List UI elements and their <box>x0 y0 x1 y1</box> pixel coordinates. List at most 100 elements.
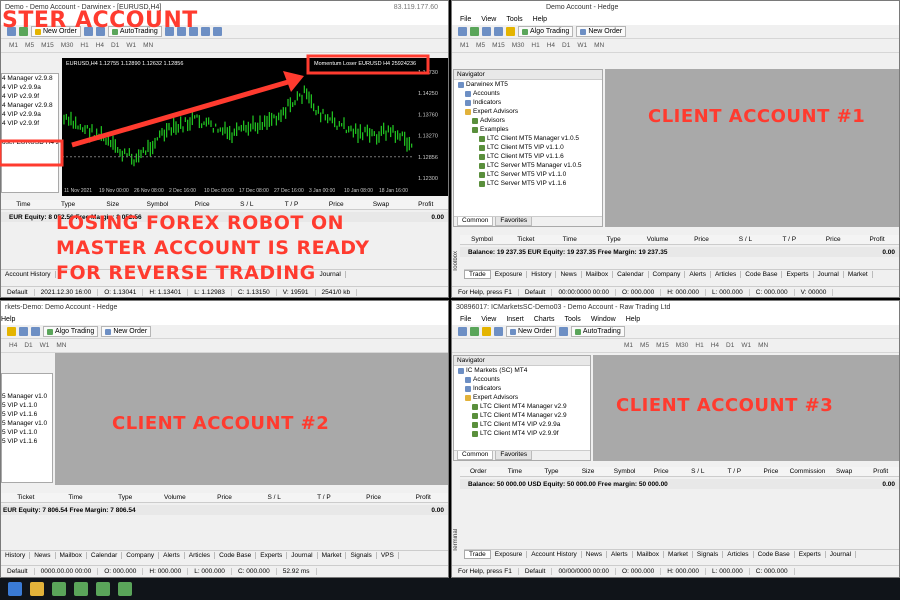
navigator-icon[interactable] <box>494 327 503 336</box>
navigator-item[interactable]: 5 VIP v1.1.0 <box>2 428 52 437</box>
menu-item[interactable]: Help <box>533 16 547 23</box>
navigator-tab[interactable]: Favorites <box>495 451 533 460</box>
market-watch-icon[interactable] <box>506 27 515 36</box>
navigator-item[interactable]: Expert Advisors <box>458 393 590 402</box>
metatrader-icon[interactable] <box>118 582 132 596</box>
client3-autotrading-button[interactable]: AutoTrading <box>570 326 625 337</box>
timeframe-button[interactable]: MN <box>54 342 68 349</box>
client3-new-order-button[interactable]: New Order <box>506 326 556 337</box>
terminal-tab[interactable]: Exposure <box>491 551 528 558</box>
navigator-icon[interactable] <box>494 27 503 36</box>
toolbox-icon[interactable] <box>31 327 40 336</box>
navigator-item[interactable]: Indicators <box>458 98 602 107</box>
trade-column-header[interactable]: Volume <box>150 494 200 501</box>
trade-column-header[interactable]: Price <box>811 236 855 243</box>
trade-column-header[interactable]: T / P <box>269 201 314 208</box>
terminal-tab[interactable]: News <box>582 551 608 558</box>
menu-item[interactable]: View <box>481 16 496 23</box>
terminal-tab[interactable]: News <box>30 552 56 559</box>
timeframe-button[interactable]: M1 <box>458 42 471 49</box>
navigator-item[interactable]: LTC Client MT5 VIP v1.1.0 <box>458 143 602 152</box>
terminal-tab[interactable]: VPS <box>377 552 399 559</box>
terminal-tab[interactable]: Company <box>649 271 686 278</box>
menu-item[interactable]: Tools <box>564 316 580 323</box>
trade-column-header[interactable]: Price <box>314 201 359 208</box>
navigator-icon[interactable] <box>19 327 28 336</box>
trade-column-header[interactable]: T / P <box>716 468 753 475</box>
timeframe-button[interactable]: D1 <box>724 342 736 349</box>
timeframe-button[interactable]: MN <box>141 42 155 49</box>
timeframe-button[interactable]: M30 <box>510 42 527 49</box>
menu-item[interactable]: Help <box>1 316 15 323</box>
client2-new-order-button[interactable]: New Order <box>101 326 152 337</box>
timeframe-button[interactable]: H4 <box>7 342 19 349</box>
profiles-icon[interactable] <box>470 327 479 336</box>
terminal-tab[interactable]: Calendar <box>87 552 123 559</box>
timeframe-button[interactable]: M5 <box>23 42 36 49</box>
timeframe-button[interactable]: H4 <box>94 42 106 49</box>
trade-column-header[interactable]: Type <box>533 468 570 475</box>
master-tab-journal[interactable]: Journal <box>316 271 346 278</box>
terminal-tab[interactable]: Alerts <box>607 551 633 558</box>
navigator-item[interactable]: LTC Client MT5 VIP v1.1.6 <box>458 152 602 161</box>
timeframe-button[interactable]: W1 <box>124 42 138 49</box>
navigator-item[interactable]: 5 VIP v1.1.6 <box>2 437 52 446</box>
terminal-tab[interactable]: Mailbox <box>633 551 665 558</box>
timeframe-button[interactable]: M1 <box>7 42 20 49</box>
navigator-item[interactable]: LTC Client MT4 Manager v2.9 <box>458 411 590 420</box>
trade-column-header[interactable]: S / L <box>249 494 299 501</box>
terminal-tab[interactable]: Journal <box>814 271 844 278</box>
file-explorer-icon[interactable] <box>30 582 44 596</box>
terminal-tab[interactable]: Code Base <box>754 551 795 558</box>
menu-item[interactable]: View <box>481 316 496 323</box>
trade-column-header[interactable]: S / L <box>679 468 716 475</box>
timeframe-button[interactable]: H4 <box>709 342 721 349</box>
terminal-tab[interactable]: Code Base <box>215 552 257 559</box>
terminal-tab[interactable]: History <box>527 271 557 278</box>
market-watch-icon[interactable] <box>482 327 491 336</box>
timeframe-button[interactable]: M5 <box>474 42 487 49</box>
timeframe-button[interactable]: W1 <box>38 342 52 349</box>
market-watch-icon[interactable] <box>7 327 16 336</box>
trade-column-header[interactable]: S / L <box>225 201 270 208</box>
navigator-item[interactable]: LTC Client MT4 VIP v2.9.9a <box>458 420 590 429</box>
navigator-item[interactable]: IC Markets (SC) MT4 <box>458 366 590 375</box>
terminal-tab[interactable]: Trade <box>464 270 491 279</box>
trade-column-header[interactable]: Type <box>46 201 91 208</box>
menu-item[interactable]: File <box>460 316 471 323</box>
navigator-item[interactable]: LTC Server MT5 VIP v1.1.0 <box>458 170 602 179</box>
terminal-tab[interactable]: Company <box>122 552 160 559</box>
terminal-tab[interactable]: Market <box>318 552 347 559</box>
trade-column-header[interactable]: T / P <box>299 494 349 501</box>
trade-column-header[interactable]: Price <box>349 494 399 501</box>
timeframe-button[interactable]: M15 <box>654 342 671 349</box>
navigator-item[interactable]: LTC Client MT5 Manager v1.0.5 <box>458 134 602 143</box>
trade-column-header[interactable]: Size <box>90 201 135 208</box>
terminal-tab[interactable]: Mailbox <box>582 271 614 278</box>
navigator-item[interactable]: 4 VIP v2.9.9f <box>2 119 58 128</box>
timeframe-button[interactable]: M30 <box>674 342 691 349</box>
trade-column-header[interactable]: Time <box>548 236 592 243</box>
metaeditor-icon[interactable] <box>558 327 568 336</box>
menu-item[interactable]: Insert <box>506 316 524 323</box>
timeframe-button[interactable]: M5 <box>638 342 651 349</box>
trade-column-header[interactable]: Profit <box>862 468 899 475</box>
navigator-item[interactable]: Accounts <box>458 89 602 98</box>
navigator-item[interactable]: 4 Manager v2.9.8 <box>2 101 58 110</box>
client1-toolbox-label[interactable]: Toolbox <box>453 251 459 272</box>
terminal-tab[interactable]: Articles <box>723 551 754 558</box>
terminal-tab[interactable]: Mailbox <box>56 552 87 559</box>
trade-column-header[interactable]: Ticket <box>1 494 51 501</box>
indicators-icon[interactable] <box>200 27 210 36</box>
terminal-tab[interactable]: Journal <box>287 552 318 559</box>
terminal-tab[interactable]: History <box>1 552 31 559</box>
trade-column-header[interactable]: Profit <box>403 201 448 208</box>
metatrader-icon[interactable] <box>74 582 88 596</box>
trade-column-header[interactable]: Profit <box>855 236 899 243</box>
timeframe-button[interactable]: M30 <box>59 42 76 49</box>
timeframe-button[interactable]: M15 <box>39 42 56 49</box>
navigator-item[interactable]: oser EURUSD H4 2 <box>2 138 58 147</box>
navigator-item[interactable]: Examples <box>458 125 602 134</box>
timeframe-button[interactable]: H1 <box>78 42 90 49</box>
terminal-tab[interactable]: Code Base <box>741 271 783 278</box>
